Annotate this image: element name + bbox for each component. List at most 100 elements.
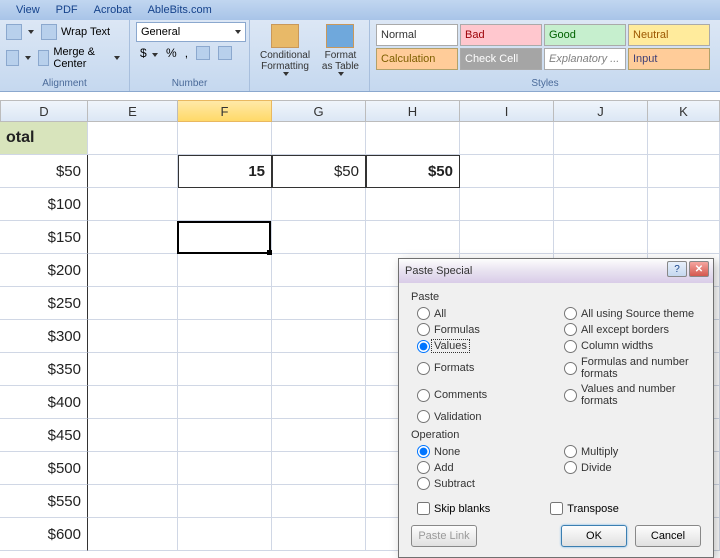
percent-button[interactable]: %	[166, 46, 177, 60]
style-bad[interactable]: Bad	[460, 24, 542, 46]
cell[interactable]	[178, 452, 272, 485]
cell[interactable]	[272, 122, 366, 155]
cell[interactable]	[366, 221, 460, 254]
cell-D[interactable]: $400	[0, 386, 88, 419]
decrease-decimal-icon[interactable]	[218, 46, 232, 60]
radio-formats[interactable]: Formats	[417, 356, 554, 380]
radio-except-borders[interactable]: All except borders	[564, 323, 701, 336]
radio-none[interactable]: None	[417, 445, 554, 458]
indent-icon[interactable]	[6, 50, 19, 66]
merge-center-button[interactable]: Merge & Center	[35, 44, 123, 72]
cell-D[interactable]: $550	[0, 485, 88, 518]
dialog-titlebar[interactable]: Paste Special ? ✕	[399, 259, 713, 283]
style-neutral[interactable]: Neutral	[628, 24, 710, 46]
cell-D[interactable]: $50	[0, 155, 88, 188]
cell[interactable]	[272, 518, 366, 551]
cell[interactable]	[366, 188, 460, 221]
radio-comments[interactable]: Comments	[417, 383, 554, 407]
style-normal[interactable]: Normal	[376, 24, 458, 46]
cell-D[interactable]: $450	[0, 419, 88, 452]
col-header-H[interactable]: H	[366, 100, 460, 122]
cell[interactable]	[272, 452, 366, 485]
cancel-button[interactable]: Cancel	[635, 525, 701, 547]
style-good[interactable]: Good	[544, 24, 626, 46]
cell[interactable]	[272, 188, 366, 221]
cell[interactable]	[272, 386, 366, 419]
cell[interactable]	[554, 122, 648, 155]
cell[interactable]	[178, 485, 272, 518]
radio-multiply[interactable]: Multiply	[564, 445, 701, 458]
style-calculation[interactable]: Calculation	[376, 48, 458, 70]
cell[interactable]	[554, 221, 648, 254]
cell[interactable]	[554, 155, 648, 188]
currency-button[interactable]: $	[140, 46, 158, 60]
cell[interactable]	[366, 122, 460, 155]
conditional-formatting-button[interactable]: Conditional Formatting	[256, 22, 314, 91]
cell[interactable]	[272, 353, 366, 386]
cell[interactable]	[88, 221, 178, 254]
cell-H[interactable]: $50	[366, 155, 460, 188]
col-header-G[interactable]: G	[272, 100, 366, 122]
style-explanatory[interactable]: Explanatory ...	[544, 48, 626, 70]
orientation-icon[interactable]	[6, 24, 22, 40]
cell[interactable]	[178, 518, 272, 551]
cell[interactable]	[460, 122, 554, 155]
cell-D[interactable]: $300	[0, 320, 88, 353]
cell-D-header[interactable]: otal	[0, 122, 88, 155]
cell-D[interactable]: $350	[0, 353, 88, 386]
cell[interactable]	[88, 353, 178, 386]
increase-decimal-icon[interactable]	[196, 46, 210, 60]
cell[interactable]	[272, 485, 366, 518]
radio-validation[interactable]: Validation	[417, 410, 554, 423]
close-button[interactable]: ✕	[689, 261, 709, 277]
style-check-cell[interactable]: Check Cell	[460, 48, 542, 70]
cell[interactable]	[272, 287, 366, 320]
radio-all[interactable]: All	[417, 307, 554, 320]
cell-D[interactable]: $600	[0, 518, 88, 551]
col-header-K[interactable]: K	[648, 100, 720, 122]
cell[interactable]	[178, 221, 272, 254]
cell[interactable]	[648, 122, 720, 155]
cell[interactable]	[88, 485, 178, 518]
cell-D[interactable]: $100	[0, 188, 88, 221]
cell[interactable]	[178, 353, 272, 386]
cell[interactable]	[88, 287, 178, 320]
col-header-I[interactable]: I	[460, 100, 554, 122]
radio-add[interactable]: Add	[417, 461, 554, 474]
cell[interactable]	[460, 155, 554, 188]
radio-divide[interactable]: Divide	[564, 461, 701, 474]
cell[interactable]	[648, 155, 720, 188]
menu-pdf[interactable]: PDF	[48, 4, 86, 16]
cell-D[interactable]: $500	[0, 452, 88, 485]
cell[interactable]	[178, 287, 272, 320]
wrap-text-button[interactable]: Wrap Text	[38, 22, 113, 42]
col-header-E[interactable]: E	[88, 100, 178, 122]
cell[interactable]	[178, 254, 272, 287]
radio-subtract[interactable]: Subtract	[417, 477, 554, 490]
checkbox-transpose[interactable]: Transpose	[550, 502, 619, 515]
menu-ablebits[interactable]: AbleBits.com	[140, 4, 220, 16]
cell[interactable]	[554, 188, 648, 221]
menu-view[interactable]: View	[8, 4, 48, 16]
cell[interactable]	[178, 188, 272, 221]
cell-D[interactable]: $250	[0, 287, 88, 320]
cell[interactable]	[178, 122, 272, 155]
cell[interactable]	[460, 221, 554, 254]
col-header-D[interactable]: D	[0, 100, 88, 122]
cell[interactable]	[88, 188, 178, 221]
cell[interactable]	[88, 386, 178, 419]
col-header-J[interactable]: J	[554, 100, 648, 122]
cell[interactable]	[88, 155, 178, 188]
cell[interactable]	[272, 254, 366, 287]
radio-column-widths[interactable]: Column widths	[564, 339, 701, 353]
cell[interactable]	[178, 386, 272, 419]
radio-values[interactable]: Values	[417, 339, 554, 353]
col-header-F[interactable]: F	[178, 100, 272, 122]
style-input[interactable]: Input	[628, 48, 710, 70]
cell[interactable]	[272, 221, 366, 254]
comma-button[interactable]: ,	[185, 46, 188, 60]
checkbox-skip-blanks[interactable]: Skip blanks	[417, 502, 490, 515]
cell-G[interactable]: $50	[272, 155, 366, 188]
cell[interactable]	[272, 320, 366, 353]
cell[interactable]	[178, 320, 272, 353]
